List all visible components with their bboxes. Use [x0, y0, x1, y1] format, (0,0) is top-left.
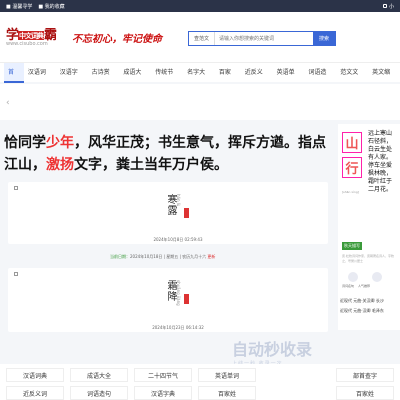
poem-highlight: 激扬	[46, 157, 74, 173]
term-pinyin: hán lù	[176, 194, 181, 207]
quick-link[interactable]: 二十四节气	[134, 368, 192, 382]
poem-link[interactable]: 近现代 元曲·关汉卿 长沙	[340, 296, 398, 306]
quick-link[interactable]: 词语造句	[70, 386, 128, 400]
slogan: 不忘初心，牢记使命	[72, 34, 162, 45]
search-type-select[interactable]: 查范文	[189, 32, 215, 45]
update-link[interactable]: 更新	[207, 254, 215, 259]
chevron-left-icon[interactable]: ‹	[6, 98, 10, 108]
nav-item[interactable]: 词语造句	[304, 63, 336, 96]
poem-author: 唐·杜牧诗词作家，唐朝著名诗人，字牧之，号樊川居士	[342, 254, 394, 263]
term-pinyin: shuāng jiàng	[176, 280, 181, 306]
nav-item[interactable]: 成语大全	[119, 63, 151, 96]
nav-item[interactable]: 范文文库	[336, 63, 368, 96]
quick-link[interactable]: 百家姓	[336, 386, 394, 400]
image-icon	[14, 272, 18, 276]
poem-text: 文字，粪土当年万户侯。	[74, 157, 228, 173]
title-char: 行	[342, 157, 362, 178]
search-input[interactable]	[215, 32, 313, 45]
title-char: 山	[342, 132, 362, 153]
today-info: 当前日期：2024年10月18日 | 星期五 | 农历九月十六 更新	[110, 254, 215, 260]
quick-link[interactable]: 汉语词典	[6, 368, 64, 382]
nav-item[interactable]: 传统节气	[151, 63, 183, 96]
nav-item[interactable]: 近反义词	[241, 63, 273, 96]
search-bar: 查范文 搜索	[188, 31, 336, 46]
logo-badge: 中文词典	[18, 30, 45, 40]
quick-link[interactable]: 汉语字典	[134, 386, 192, 400]
today-text: 2024年10月18日 | 星期五 | 农历九月十六	[130, 254, 207, 259]
solar-term-card[interactable]: 寒露 hán lù 2024年10月8日 02:59:43	[8, 182, 328, 244]
top-link-2[interactable]: ■ 我的收藏	[38, 3, 64, 10]
poem-body: 远上寒山石径斜，白云生处有人家。停车坐爱枫林晚，霜叶红于二月花。	[368, 130, 393, 193]
site-logo[interactable]: 学中文词典霸 www.cisubo.com	[6, 24, 66, 50]
nav-item[interactable]: 汉语字典	[56, 63, 88, 96]
nav-item[interactable]: 英文缩写	[368, 63, 400, 96]
featured-poem: 恰同学少年，风华正茂；书生意气，挥斥方遒。指点江山，激扬文字，粪土当年万户侯。	[4, 132, 332, 176]
poem-tag[interactable]: 秋天描写	[342, 242, 362, 250]
term-date: 2024年10月8日 02:59:43	[153, 237, 203, 242]
banner: ‹	[0, 84, 400, 120]
nav-item[interactable]: 英语单词	[273, 63, 305, 96]
poem-text: 恰同学	[4, 135, 46, 151]
image-icon	[14, 186, 18, 190]
quick-link[interactable]: 近反义词	[6, 386, 64, 400]
nav-item-home[interactable]: 首页	[4, 62, 24, 96]
user-icon[interactable]	[382, 4, 387, 8]
top-bar: ■ 温馨寻学 ■ 我的收藏 小	[0, 0, 400, 12]
nav-item[interactable]: 古诗赏析	[88, 63, 120, 96]
quick-link[interactable]: 百家姓	[198, 386, 256, 400]
quick-links: 汉语词典 成语大全 二十四节气 英语单词 部首查字 近反义词 词语造句 汉语字典…	[0, 364, 400, 400]
quote-label: 诗词名句	[342, 284, 355, 288]
nav-item[interactable]: 名字大全	[183, 63, 215, 96]
watermark-main: 自动秒收录	[232, 340, 313, 359]
fire-icon[interactable]	[372, 272, 382, 282]
seal-icon	[184, 208, 189, 218]
quick-link[interactable]: 部首查字	[336, 368, 394, 382]
sidebar-poem: 山 行 [shān xíng] 远上寒山石径斜，白云生处有人家。停车坐爱枫林晚，…	[338, 124, 400, 330]
poem-title[interactable]: 山 行	[342, 132, 362, 182]
top-link-1[interactable]: ■ 温馨寻学	[6, 3, 32, 10]
today-label: 当前日期：	[110, 254, 130, 259]
popular-label: 人气推荐	[358, 284, 371, 288]
quick-link[interactable]: 成语大全	[70, 368, 128, 382]
poem-link[interactable]: 近现代 元曲·汉卿 毛泽东	[340, 306, 398, 316]
term-name: 霜降	[165, 280, 176, 302]
quote-icon[interactable]	[348, 272, 358, 282]
nav-item[interactable]: 百家姓	[215, 63, 241, 96]
nav-item[interactable]: 汉语词典	[24, 63, 56, 96]
search-button[interactable]: 搜索	[313, 32, 335, 45]
main-nav: 首页 汉语词典 汉语字典 古诗赏析 成语大全 传统节气 名字大全 百家姓 近反义…	[0, 62, 400, 96]
poem-highlight: 少年	[46, 135, 74, 151]
seal-icon	[184, 294, 189, 304]
term-date: 2024年10月23日 06:14:32	[152, 325, 204, 330]
logo-url: www.cisubo.com	[6, 41, 48, 47]
poem-title-pinyin: [shān xíng]	[342, 190, 359, 194]
quick-link[interactable]: 英语单词	[198, 368, 256, 382]
solar-term-card[interactable]: 霜降 shuāng jiàng 2024年10月23日 06:14:32	[8, 268, 328, 332]
watermark: 自动秒收录 上线一秒 收录一次	[232, 336, 312, 367]
header: 学中文词典霸 www.cisubo.com 不忘初心，牢记使命 查范文 搜索	[0, 12, 400, 62]
term-name: 寒露	[165, 194, 176, 216]
top-right-text[interactable]: 小	[389, 3, 394, 10]
